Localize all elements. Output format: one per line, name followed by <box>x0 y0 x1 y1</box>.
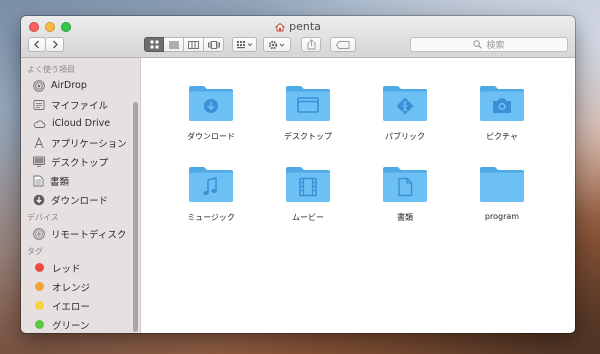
documents-icon <box>33 175 44 186</box>
remote-disc-icon <box>33 227 45 240</box>
sidebar-item-label: iCloud Drive <box>52 118 111 129</box>
sidebar-item-label: AirDrop <box>51 80 87 91</box>
chevron-right-icon <box>52 40 58 49</box>
file-label: program <box>484 212 520 221</box>
sidebar: よく使う項目 AirDrop マイファイル iCloud Drive アプリケー… <box>21 58 141 333</box>
sidebar-item-downloads[interactable]: ダウンロード <box>21 190 140 209</box>
folder-program[interactable]: program <box>457 165 547 221</box>
sidebar-item-tag-green[interactable]: グリーン <box>21 315 140 333</box>
coverflow-view-button[interactable] <box>204 37 224 52</box>
sidebar-item-tag-orange[interactable]: オレンジ <box>21 277 140 296</box>
sidebar-item-tag-yellow[interactable]: イエロー <box>21 296 140 315</box>
window-title: penta <box>21 20 575 33</box>
file-label: ミュージック <box>187 213 235 222</box>
folder-public[interactable]: パブリック <box>360 84 450 142</box>
sidebar-item-all-my-files[interactable]: マイファイル <box>21 95 140 114</box>
applications-icon <box>34 136 44 148</box>
sidebar-item-label: イエロー <box>52 301 90 313</box>
file-label: ピクチャ <box>486 132 518 141</box>
file-label: ダウンロード <box>187 132 235 141</box>
back-button[interactable] <box>28 37 46 52</box>
movies-folder-icon <box>286 167 330 202</box>
file-label: 書類 <box>397 213 413 222</box>
sidebar-item-applications[interactable]: アプリケーション <box>21 133 140 152</box>
downloads-icon <box>33 194 45 205</box>
sidebar-item-label: ダウンロード <box>51 195 109 207</box>
column-view-button[interactable] <box>184 37 204 52</box>
view-mode-switcher <box>144 37 224 52</box>
public-folder-icon <box>383 86 427 121</box>
search-field[interactable]: 検索 <box>410 37 568 52</box>
list-view-button[interactable] <box>164 37 184 52</box>
sidebar-item-desktop[interactable]: デスクトップ <box>21 152 140 171</box>
list-view-icon <box>168 41 179 48</box>
column-view-icon <box>188 40 199 49</box>
folder-pictures[interactable]: ピクチャ <box>457 84 547 142</box>
finder-window: penta 検索 よく使う項目 AirDrop マイファイル iCloud Dr… <box>21 16 575 333</box>
icon-view-button[interactable] <box>144 37 164 52</box>
orange-tag-dot <box>35 282 44 291</box>
sidebar-item-label: レッド <box>52 263 81 275</box>
cloud-icon <box>33 119 46 128</box>
sidebar-item-documents[interactable]: 書類 <box>21 171 140 190</box>
window-title-text: penta <box>289 20 321 33</box>
desktop-icon <box>33 156 45 167</box>
search-placeholder: 検索 <box>486 41 505 51</box>
music-folder-icon <box>189 167 233 202</box>
home-folder-icon <box>274 22 286 32</box>
title-bar[interactable]: penta 検索 <box>21 16 575 58</box>
folder-music[interactable]: ミュージック <box>166 165 256 223</box>
yellow-tag-dot <box>35 301 44 310</box>
gear-icon <box>268 40 285 49</box>
arrange-button[interactable] <box>232 37 257 52</box>
sidebar-item-label: マイファイル <box>51 100 109 112</box>
icon-view-icon <box>150 40 158 49</box>
folder-documents[interactable]: 書類 <box>360 165 450 223</box>
share-button[interactable] <box>301 37 321 52</box>
edit-tags-button[interactable] <box>330 37 356 52</box>
file-label: デスクトップ <box>284 132 332 141</box>
sidebar-item-label: リモートディスク <box>51 229 127 241</box>
devices-header: デバイス <box>27 213 59 222</box>
sidebar-item-airdrop[interactable]: AirDrop <box>21 76 140 95</box>
file-icon-grid: ダウンロード デスクトップ パブリック ピクチャ ミュージック ムービー 書類 … <box>142 58 575 333</box>
folder-downloads[interactable]: ダウンロード <box>166 84 256 142</box>
coverflow-view-icon <box>207 40 220 49</box>
sidebar-item-icloud-drive[interactable]: iCloud Drive <box>21 114 140 133</box>
desktop-folder-icon <box>286 86 330 121</box>
file-label: ムービー <box>292 213 324 222</box>
arrange-grid-icon <box>236 41 252 49</box>
sidebar-item-label: アプリケーション <box>51 138 127 150</box>
tag-icon <box>336 40 350 49</box>
sidebar-item-label: デスクトップ <box>51 157 109 169</box>
file-label: パブリック <box>385 132 425 141</box>
favorites-header: よく使う項目 <box>27 65 75 74</box>
folder-desktop[interactable]: デスクトップ <box>263 84 353 142</box>
sidebar-item-label: オレンジ <box>52 282 91 294</box>
folder-movies[interactable]: ムービー <box>263 165 353 223</box>
action-button[interactable] <box>263 37 291 52</box>
airdrop-icon <box>33 79 45 92</box>
sidebar-item-label: グリーン <box>52 320 90 332</box>
share-icon <box>307 39 315 50</box>
downloads-folder-icon <box>189 86 233 121</box>
documents-folder-icon <box>383 167 427 202</box>
red-tag-dot <box>35 263 44 272</box>
sidebar-item-tag-red[interactable]: レッド <box>21 258 140 277</box>
tags-header: タグ <box>27 247 43 256</box>
folder-icon <box>480 167 524 202</box>
sidebar-item-label: 書類 <box>50 176 70 188</box>
forward-button[interactable] <box>46 37 64 52</box>
green-tag-dot <box>35 320 44 329</box>
sidebar-scrollbar[interactable] <box>133 102 138 332</box>
search-icon <box>473 40 483 49</box>
pictures-folder-icon <box>480 86 524 121</box>
all-files-icon <box>33 99 45 110</box>
chevron-left-icon <box>34 40 39 49</box>
sidebar-item-remote-disc[interactable]: リモートディスク <box>21 224 140 243</box>
